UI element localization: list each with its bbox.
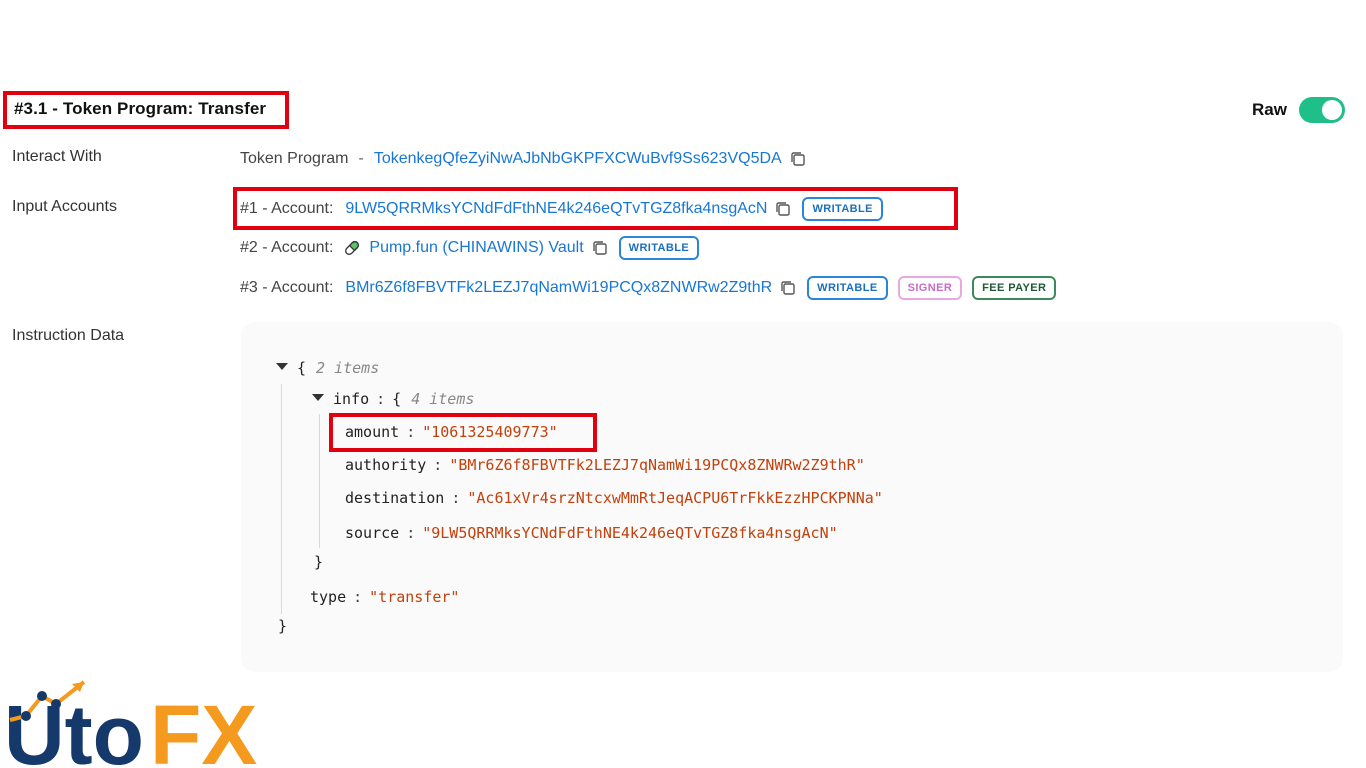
signer-badge: SIGNER [897,276,963,300]
account-address-link[interactable]: BMr6Z6f8FBVTFk2LEZJ7qNamWi19PCQx8ZNWRw2Z… [345,279,772,297]
tree-guide [281,384,282,614]
json-field-destination: destination: "Ac61xVr4srzNtcxwMmRtJeqACPU… [345,489,883,507]
json-colon: : [406,423,416,441]
json-colon: : [376,390,386,408]
logo-text-right: FX [150,688,257,768]
json-colon: : [433,456,443,474]
json-key: type [310,588,347,606]
account-label: #3 - Account: [240,279,334,296]
json-type-line: type: "transfer" [310,588,459,606]
raw-toggle[interactable] [1298,97,1345,123]
tree-guide [319,414,320,548]
writable-badge: WRITABLE [618,236,700,260]
json-item-count: 4 items [411,390,475,408]
logo-dot [51,699,61,709]
json-root-close: } [278,617,288,635]
pill-icon [343,239,361,257]
account-row-2: #2 - Account: Pump.fun (CHINAWINS) Vault… [240,236,700,260]
interact-with-row: Token Program - TokenkegQfeZyiNwAJbNbGKP… [240,148,807,170]
logo-text-left: Uto [4,688,144,768]
collapse-caret-icon[interactable] [276,363,288,370]
account-row-3: #3 - Account: BMr6Z6f8FBVTFk2LEZJ7qNamWi… [240,276,1057,300]
copy-icon[interactable] [774,200,792,218]
section-title: #3.1 - Token Program: Transfer [14,99,267,118]
json-string-value: "9LW5QRRMksYCNdFdFthNE4k246eQTvTGZ8fka4n… [422,524,838,542]
fee-payer-badge: FEE PAYER [972,276,1057,300]
json-info-line: info: {4 items [312,390,474,408]
account-label: #2 - Account: [240,239,334,256]
account-row-1: #1 - Account: 9LW5QRRMksYCNdFdFthNE4k246… [240,197,883,221]
copy-icon[interactable] [779,279,797,297]
utofx-logo: Uto FX [4,680,257,768]
logo-dot [37,691,47,701]
json-brace: { [297,359,307,377]
json-field-amount: amount: "1061325409773" [345,423,558,441]
instruction-data-label: Instruction Data [12,327,125,344]
json-string-value: "BMr6Z6f8FBVTFk2LEZJ7qNamWi19PCQx8ZNWRw2… [449,456,865,474]
json-key: source [345,524,400,542]
json-key: info [333,390,370,408]
writable-badge: WRITABLE [807,276,888,300]
account-address-link[interactable]: 9LW5QRRMksYCNdFdFthNE4k246eQTvTGZ8fka4ns… [345,200,767,218]
json-brace: { [392,390,402,408]
json-string-value: "Ac61xVr4srzNtcxwMmRtJeqACPU6TrFkkEzzHPC… [467,489,883,507]
json-colon: : [353,588,363,606]
json-string-value: "1061325409773" [422,423,558,441]
json-item-count: 2 items [316,359,380,377]
json-key: amount [345,423,400,441]
json-colon: : [406,524,416,542]
program-address-link[interactable]: TokenkegQfeZyiNwAJbNbGKPFXCWuBvf9Ss623VQ… [374,150,782,168]
account-label: #1 - Account: [240,200,334,217]
writable-badge: WRITABLE [802,197,883,221]
input-accounts-label: Input Accounts [12,198,117,215]
json-info-close: } [314,553,324,571]
json-field-source: source: "9LW5QRRMksYCNdFdFthNE4k246eQTvTG… [345,524,838,542]
json-string-value: "transfer" [369,588,460,606]
copy-icon[interactable] [789,150,807,168]
raw-label: Raw [1252,100,1287,119]
copy-icon[interactable] [591,239,609,257]
collapse-caret-icon[interactable] [312,394,324,401]
account-address-link[interactable]: Pump.fun (CHINAWINS) Vault [369,239,583,257]
program-name: Token Program [240,150,349,167]
interact-with-label: Interact With [12,148,102,165]
json-field-authority: authority: "BMr6Z6f8FBVTFk2LEZJ7qNamWi19P… [345,456,865,474]
logo-dot [21,711,31,721]
json-key: authority [345,456,427,474]
raw-toggle-group[interactable]: Raw [1252,97,1345,123]
json-key: destination [345,489,445,507]
separator: - [358,150,364,167]
json-root-line: {2 items [276,359,379,377]
toggle-knob [1321,100,1342,120]
json-colon: : [451,489,461,507]
